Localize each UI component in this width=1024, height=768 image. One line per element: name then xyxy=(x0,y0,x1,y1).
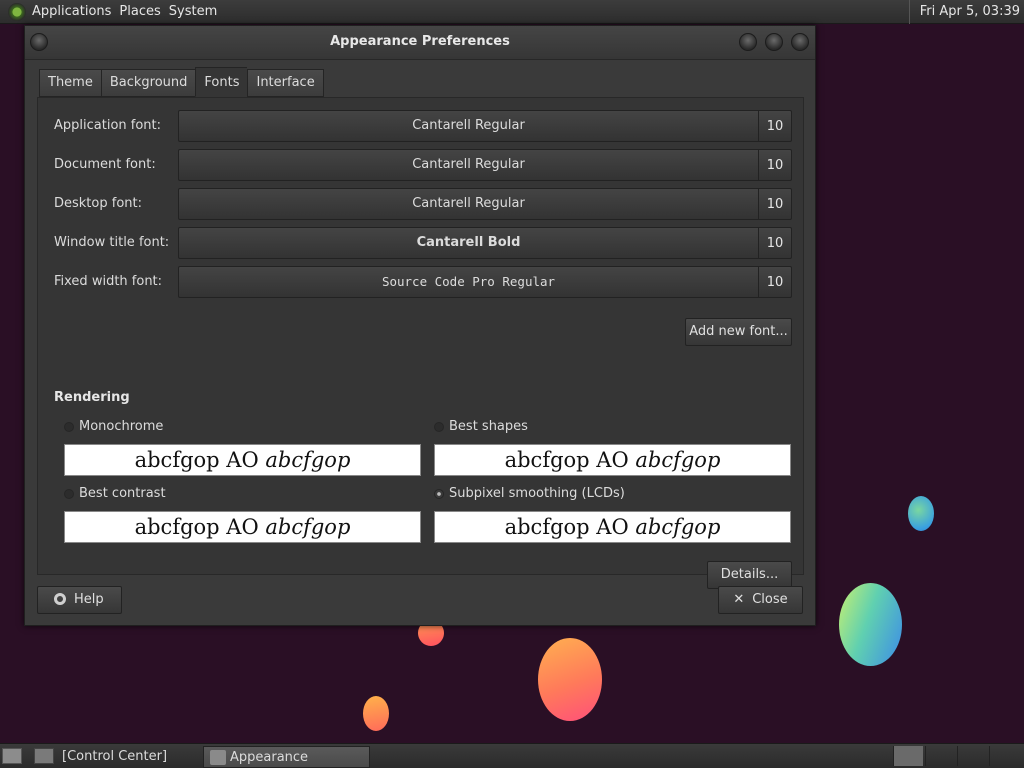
close-icon: ✕ xyxy=(733,592,745,607)
task-appearance-preferences[interactable]: Appearance Prefere... xyxy=(203,746,370,768)
show-desktop-icon[interactable] xyxy=(2,748,22,764)
sample-regular-text: abcfgop AO xyxy=(134,448,266,472)
fixed-width-font-label: Fixed width font: xyxy=(54,274,163,289)
font-size: 10 xyxy=(766,118,784,134)
application-font-row: Application font: Cantarell Regular 10 xyxy=(54,110,792,142)
font-size: 10 xyxy=(766,274,784,290)
sample-regular-text: abcfgop AO xyxy=(134,515,266,539)
tab-bar: Theme Background Fonts Interface xyxy=(39,67,324,97)
bottom-panel: [Control Center] Appearance Prefere... xyxy=(0,743,1024,768)
best-contrast-sample[interactable]: abcfgop AO abcfgop xyxy=(64,511,421,543)
fonts-pane: Application font: Cantarell Regular 10 D… xyxy=(37,97,804,589)
monochrome-sample[interactable]: abcfgop AO abcfgop xyxy=(64,444,421,476)
window-title: Appearance Preferences xyxy=(330,34,510,49)
best-shapes-radio[interactable]: Best shapes xyxy=(434,419,528,434)
tab-interface[interactable]: Interface xyxy=(247,69,324,97)
task-control-center[interactable]: [Control Center] xyxy=(36,746,196,768)
font-size: 10 xyxy=(766,157,784,173)
radio-indicator xyxy=(64,488,74,499)
task-label: [Control Center] xyxy=(62,749,168,764)
best-shapes-sample[interactable]: abcfgop AO abcfgop xyxy=(434,444,791,476)
help-label: Help xyxy=(74,592,104,607)
window-title-font-button[interactable]: Cantarell Bold 10 xyxy=(178,227,792,259)
sample-italic-text: abcfgop xyxy=(265,448,351,472)
menu-applications[interactable]: Applications xyxy=(32,4,119,19)
font-name: Cantarell Regular xyxy=(179,189,759,219)
wallpaper-bubble xyxy=(839,583,902,666)
best-contrast-radio[interactable]: Best contrast xyxy=(64,486,166,501)
top-panel: Applications Places System Fri Apr 5, 03… xyxy=(0,0,1024,24)
radio-indicator xyxy=(434,488,444,499)
tab-background[interactable]: Background xyxy=(100,69,196,97)
close-window-button[interactable] xyxy=(791,33,809,51)
sample-regular-text: abcfgop AO xyxy=(504,515,636,539)
appearance-icon xyxy=(210,750,226,765)
font-size: 10 xyxy=(766,196,784,212)
tab-theme[interactable]: Theme xyxy=(39,69,101,97)
document-font-label: Document font: xyxy=(54,157,156,172)
subpixel-smoothing-radio[interactable]: Subpixel smoothing (LCDs) xyxy=(434,486,625,501)
distro-logo-icon[interactable] xyxy=(8,2,26,21)
fixed-width-font-button[interactable]: Source Code Pro Regular 10 xyxy=(178,266,792,298)
workspace-2[interactable] xyxy=(925,746,955,766)
maximize-button[interactable] xyxy=(765,33,783,51)
application-font-label: Application font: xyxy=(54,118,162,133)
help-button[interactable]: Help xyxy=(37,586,122,614)
wallpaper-bubble xyxy=(363,696,389,731)
radio-indicator xyxy=(434,421,444,432)
tab-fonts[interactable]: Fonts xyxy=(195,67,248,97)
sample-regular-text: abcfgop AO xyxy=(504,448,636,472)
radio-label: Monochrome xyxy=(79,419,164,434)
fixed-width-font-row: Fixed width font: Source Code Pro Regula… xyxy=(54,266,792,298)
window-menu-button[interactable] xyxy=(30,33,48,51)
document-font-button[interactable]: Cantarell Regular 10 xyxy=(178,149,792,181)
close-label: Close xyxy=(752,592,788,607)
sample-italic-text: abcfgop xyxy=(265,515,351,539)
titlebar[interactable]: Appearance Preferences xyxy=(25,26,815,60)
appearance-preferences-window: Appearance Preferences Theme Background … xyxy=(24,25,816,626)
font-name: Cantarell Regular xyxy=(179,150,759,180)
document-font-row: Document font: Cantarell Regular 10 xyxy=(54,149,792,181)
workspace-4[interactable] xyxy=(989,746,1019,766)
font-name: Source Code Pro Regular xyxy=(179,267,759,297)
wallpaper-bubble xyxy=(908,496,934,531)
help-lifebuoy-icon xyxy=(54,593,66,605)
desktop-font-label: Desktop font: xyxy=(54,196,142,211)
wallpaper-bubble xyxy=(538,638,602,721)
font-size: 10 xyxy=(766,235,784,251)
radio-label: Best shapes xyxy=(449,419,528,434)
clock[interactable]: Fri Apr 5, 03:39 xyxy=(908,0,1020,24)
font-name: Cantarell Regular xyxy=(179,111,759,141)
details-button[interactable]: Details... xyxy=(707,561,792,589)
minimize-button[interactable] xyxy=(739,33,757,51)
radio-indicator xyxy=(64,421,74,432)
menu-system[interactable]: System xyxy=(169,4,225,19)
subpixel-smoothing-sample[interactable]: abcfgop AO abcfgop xyxy=(434,511,791,543)
workspace-3[interactable] xyxy=(957,746,987,766)
menu-places[interactable]: Places xyxy=(119,4,168,19)
radio-label: Best contrast xyxy=(79,486,166,501)
window-title-font-row: Window title font: Cantarell Bold 10 xyxy=(54,227,792,259)
add-new-font-button[interactable]: Add new font... xyxy=(685,318,792,346)
window-title-font-label: Window title font: xyxy=(54,235,170,250)
rendering-heading: Rendering xyxy=(54,390,130,405)
desktop-font-row: Desktop font: Cantarell Regular 10 xyxy=(54,188,792,220)
monochrome-radio[interactable]: Monochrome xyxy=(64,419,163,434)
desktop-font-button[interactable]: Cantarell Regular 10 xyxy=(178,188,792,220)
font-name: Cantarell Bold xyxy=(179,228,759,258)
workspace-1[interactable] xyxy=(893,746,923,766)
application-font-button[interactable]: Cantarell Regular 10 xyxy=(178,110,792,142)
sample-italic-text: abcfgop xyxy=(635,515,721,539)
task-label: Appearance Prefere... xyxy=(230,750,309,765)
sample-italic-text: abcfgop xyxy=(635,448,721,472)
radio-label: Subpixel smoothing (LCDs) xyxy=(449,486,625,501)
close-button[interactable]: ✕ Close xyxy=(718,586,803,614)
